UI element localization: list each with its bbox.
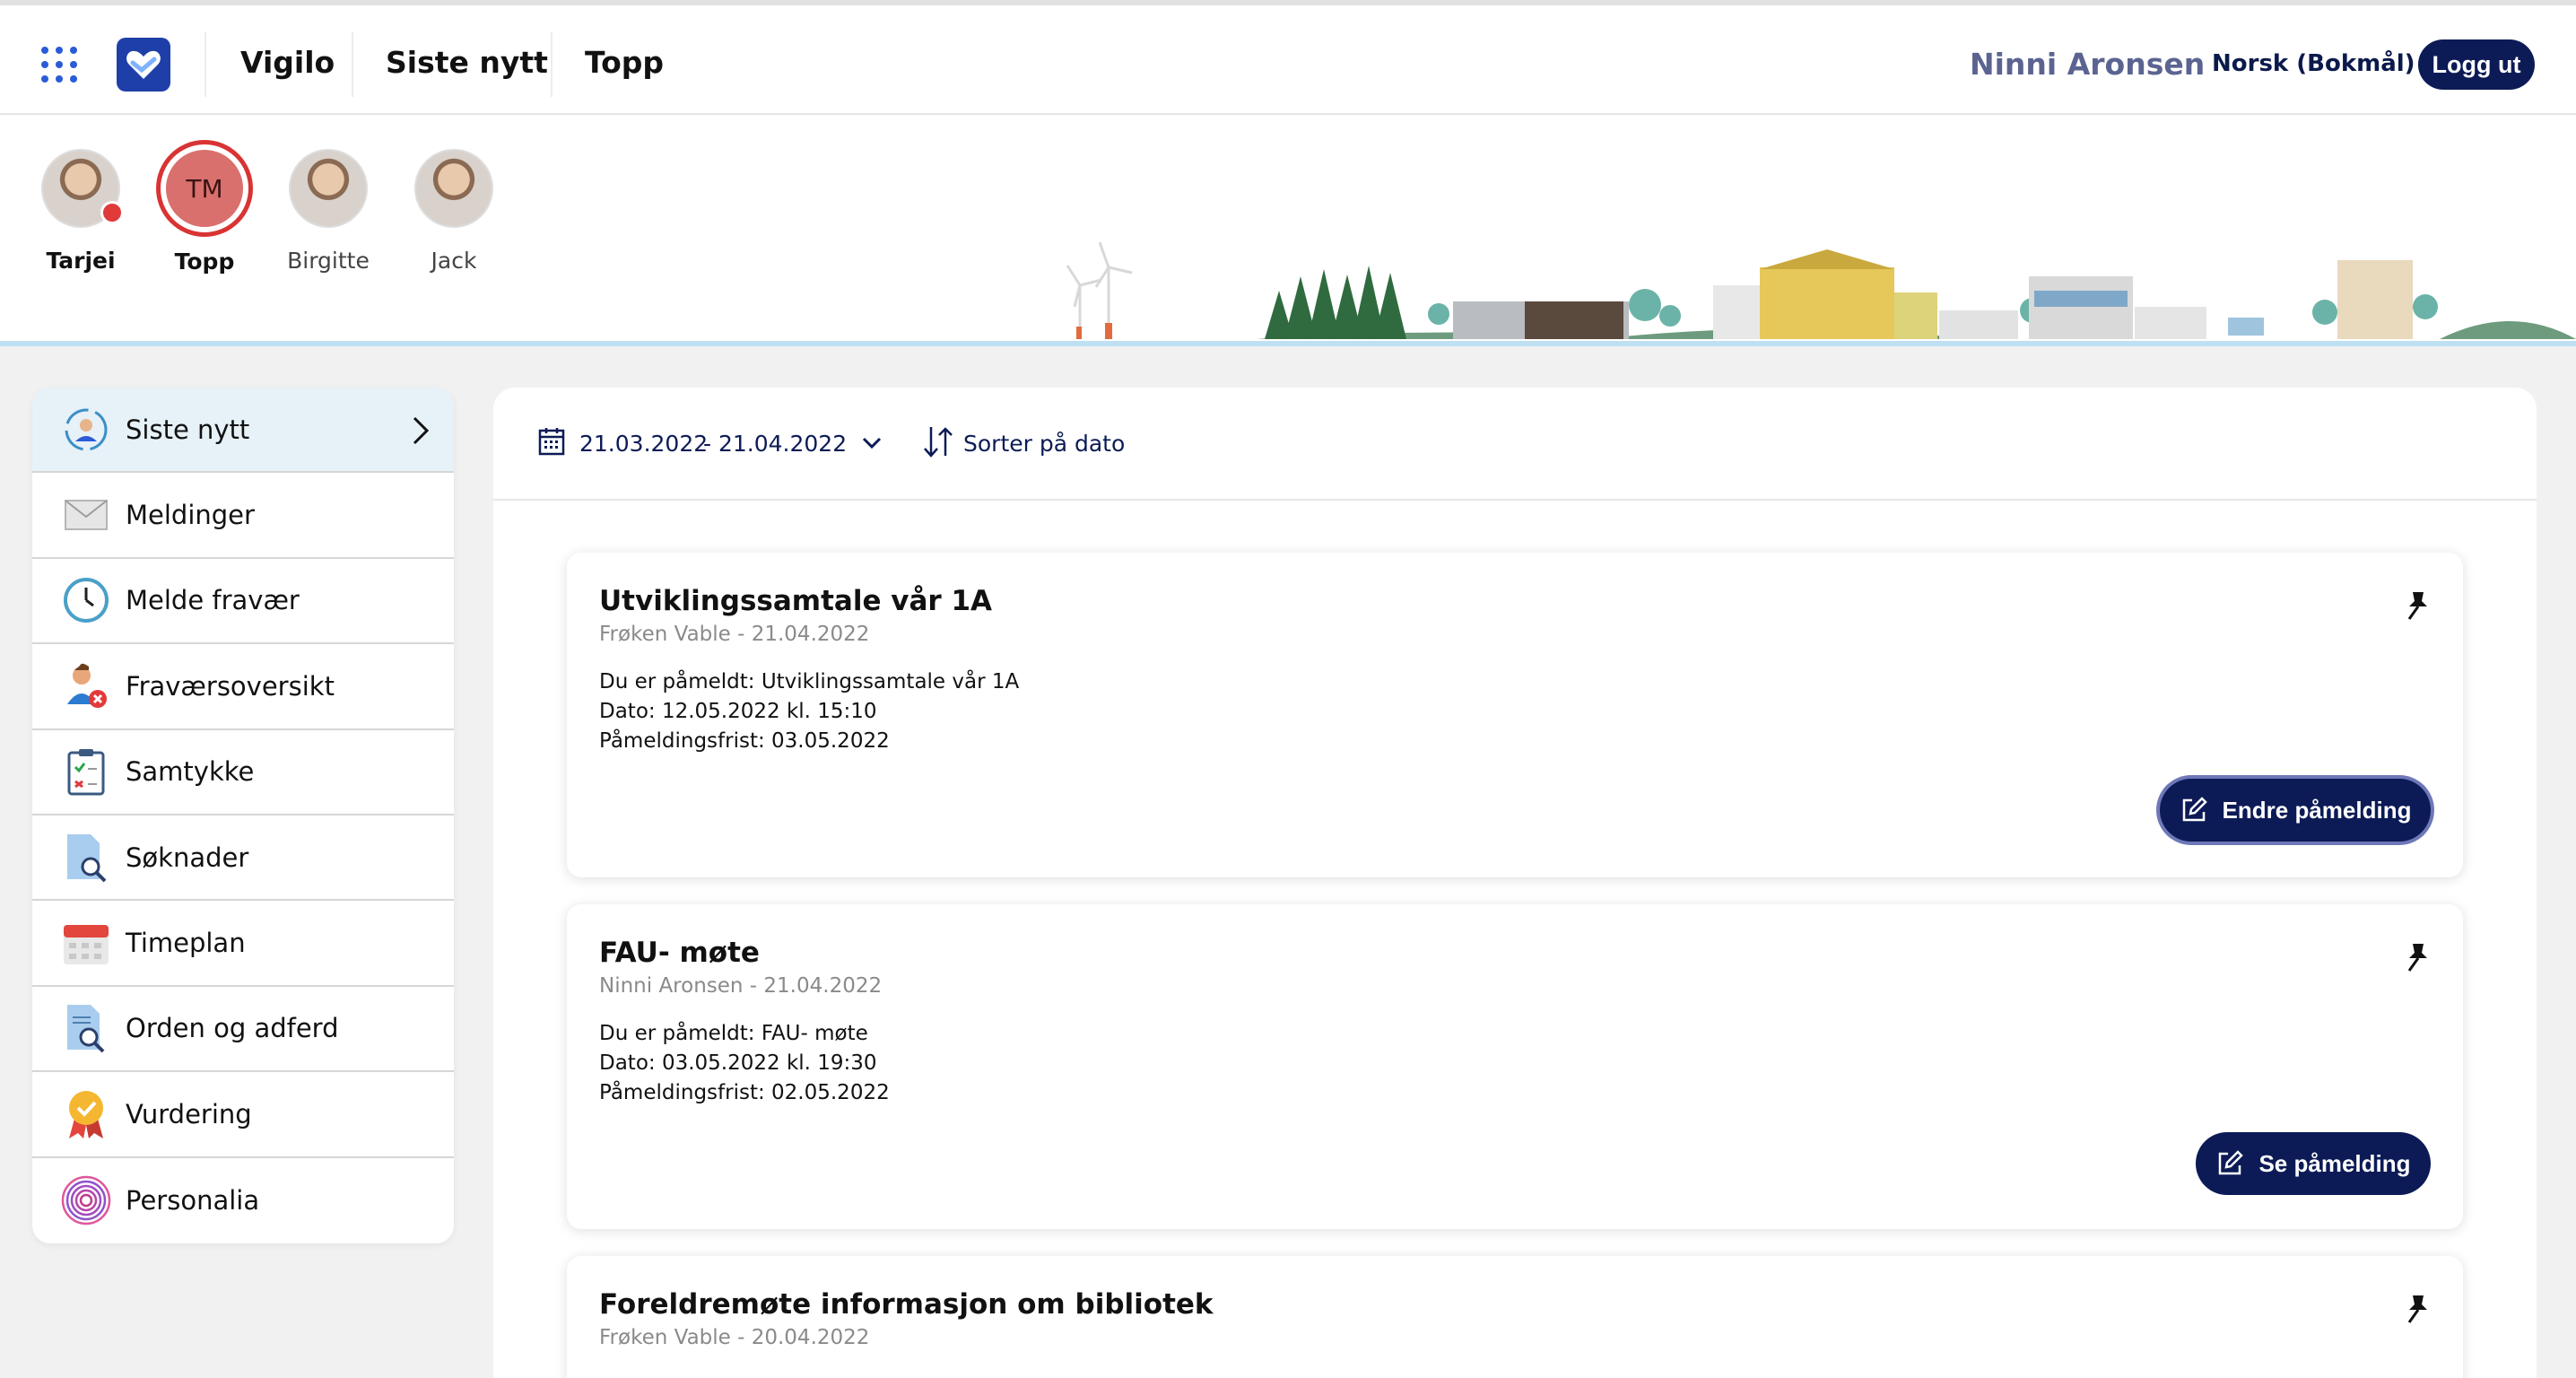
card-line: Du er påmeldt: FAU- møte (599, 1022, 868, 1045)
sidebar-item-timeplan[interactable]: Timeplan (32, 901, 454, 987)
child-name: Topp (174, 249, 235, 275)
notification-dot (100, 201, 124, 224)
nav-divider (551, 32, 553, 97)
sidebar-item-soknader[interactable]: Søknader (32, 815, 454, 902)
news-feed-panel: 21.03.2022 - 21.04.2022 Sorter på dato U… (493, 388, 2537, 1378)
sidebar-item-label: Melde fravær (126, 585, 300, 616)
card-body: Du er påmeldt: Utviklingssamtale vår 1A … (599, 667, 1019, 756)
nav-topp[interactable]: Topp (585, 45, 664, 80)
envelope-icon (61, 490, 111, 540)
children-banner (0, 115, 2576, 346)
view-registration-button[interactable]: Se påmelding (2196, 1132, 2431, 1195)
sidebar-item-meldinger[interactable]: Meldinger (32, 473, 454, 559)
card-meta: Frøken Vable - 20.04.2022 (599, 1326, 870, 1349)
child-tarjei[interactable]: Tarjei (27, 149, 135, 274)
sidebar-item-vurdering[interactable]: Vurdering (32, 1072, 454, 1158)
news-card[interactable]: Foreldremøte informasjon om bibliotek Fr… (567, 1256, 2463, 1378)
town-skyline-illustration (1066, 241, 2576, 346)
avatar (289, 149, 368, 228)
language-selector[interactable]: Norsk (Bokmål) (2212, 50, 2415, 77)
child-jack[interactable]: Jack (400, 149, 508, 274)
pin-icon[interactable] (2404, 590, 2431, 621)
user-name[interactable]: Ninni Aronsen (1970, 47, 2205, 82)
absence-person-icon (61, 661, 111, 711)
card-meta: Frøken Vable - 21.04.2022 (599, 623, 870, 646)
button-label: Endre påmelding (2222, 796, 2412, 824)
avatar-initials: TM (161, 144, 248, 232)
news-card[interactable]: Utviklingssamtale vår 1A Frøken Vable - … (567, 553, 2463, 877)
vigilo-logo[interactable] (117, 38, 170, 92)
nav-divider (352, 32, 353, 97)
banner-waterline (0, 341, 2576, 346)
sort-icon[interactable] (922, 425, 954, 459)
sidebar-item-label: Timeplan (126, 928, 246, 959)
card-line: Påmeldingsfrist: 02.05.2022 (599, 1081, 890, 1104)
child-birgitte[interactable]: Birgitte (274, 149, 382, 274)
app-grid-icon[interactable] (41, 47, 77, 83)
avatar (41, 149, 124, 228)
fingerprint-icon (61, 1175, 111, 1225)
sidebar-menu: Siste nytt Meldinger Melde fravær Fravær… (32, 388, 454, 1243)
edit-icon (2182, 797, 2207, 822)
document-magnify-icon (61, 1003, 111, 1053)
child-name: Tarjei (46, 248, 116, 274)
sidebar-item-personalia[interactable]: Personalia (32, 1158, 454, 1243)
handshake-heart-icon (126, 50, 161, 79)
card-title: FAU- møte (599, 937, 760, 969)
clock-icon (61, 575, 111, 625)
sidebar-item-label: Orden og adferd (126, 1013, 339, 1044)
date-filter-bar: 21.03.2022 - 21.04.2022 Sorter på dato (493, 388, 2537, 501)
card-body: Du er påmeldt: FAU- møte Dato: 03.05.202… (599, 1019, 890, 1108)
card-line: Påmeldingsfrist: 03.05.2022 (599, 729, 890, 753)
sidebar-item-melde-fravaer[interactable]: Melde fravær (32, 559, 454, 645)
sidebar-item-label: Samtykke (126, 756, 255, 788)
child-topp[interactable]: TM Topp (151, 144, 258, 275)
sidebar-item-label: Vurdering (126, 1098, 252, 1129)
sidebar-item-label: Siste nytt (126, 414, 250, 445)
card-line: Du er påmeldt: Utviklingssamtale vår 1A (599, 670, 1020, 693)
sidebar-item-samtykke[interactable]: Samtykke (32, 730, 454, 815)
card-line: Dato: 03.05.2022 kl. 19:30 (599, 1051, 877, 1075)
change-registration-button[interactable]: Endre påmelding (2160, 779, 2431, 842)
card-meta: Ninni Aronsen - 21.04.2022 (599, 974, 883, 998)
child-name: Jack (431, 248, 477, 274)
card-line: Dato: 12.05.2022 kl. 15:10 (599, 700, 877, 723)
medal-icon (61, 1089, 111, 1139)
clipboard-check-icon (61, 746, 111, 797)
calendar-icon (61, 918, 111, 968)
chevron-right-icon (413, 416, 430, 445)
card-title: Utviklingssamtale vår 1A (599, 585, 993, 617)
calendar-icon[interactable] (538, 427, 565, 456)
logout-button[interactable]: Logg ut (2418, 39, 2535, 90)
nav-siste-nytt[interactable]: Siste nytt (386, 45, 548, 80)
date-to[interactable]: - 21.04.2022 (703, 431, 847, 457)
sidebar-item-siste-nytt[interactable]: Siste nytt (32, 388, 454, 474)
chevron-down-icon[interactable] (861, 436, 883, 450)
avatar (414, 149, 493, 228)
sidebar-item-label: Personalia (126, 1185, 260, 1217)
sidebar-item-fravaersoversikt[interactable]: Fraværsoversikt (32, 644, 454, 730)
nav-divider (205, 32, 206, 97)
document-search-icon (61, 833, 111, 883)
button-label: Se påmelding (2258, 1149, 2411, 1177)
news-card[interactable]: FAU- møte Ninni Aronsen - 21.04.2022 Du … (567, 904, 2463, 1229)
nav-vigilo[interactable]: Vigilo (240, 45, 335, 80)
sort-label[interactable]: Sorter på dato (963, 431, 1125, 457)
sidebar-item-label: Meldinger (126, 500, 255, 531)
date-from[interactable]: 21.03.2022 (579, 431, 708, 457)
sidebar-item-orden-og-adferd[interactable]: Orden og adferd (32, 987, 454, 1073)
sidebar-item-label: Søknader (126, 842, 249, 873)
card-title: Foreldremøte informasjon om bibliotek (599, 1288, 1214, 1321)
top-navigation-bar: Vigilo Siste nytt Topp Ninni Aronsen Nor… (0, 0, 2576, 115)
news-person-icon (61, 405, 111, 455)
sidebar-item-label: Fraværsoversikt (126, 670, 335, 702)
pin-icon[interactable] (2404, 942, 2431, 972)
edit-icon (2219, 1150, 2244, 1175)
child-name: Birgitte (287, 248, 370, 274)
pin-icon[interactable] (2404, 1294, 2431, 1324)
